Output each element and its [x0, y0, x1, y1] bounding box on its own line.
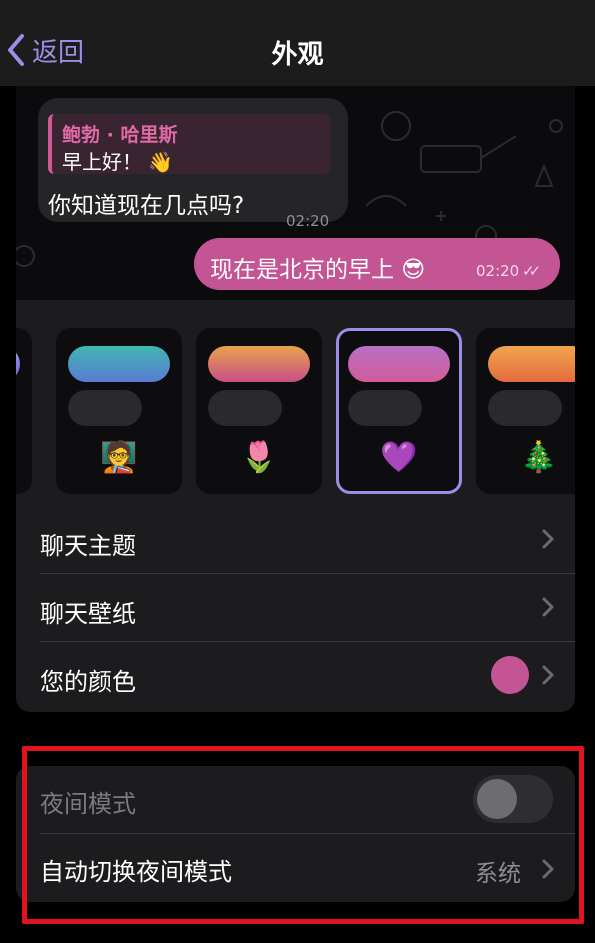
- chat-preview: 鲍勃 · 哈里斯 早上好！ 👋 你知道现在几点吗? 02:20 现在是北京的早上…: [16, 86, 575, 302]
- outgoing-message-bubble: 现在是北京的早上 😎 02:20 ✓✓: [194, 238, 560, 290]
- theme-emoji: 🌷: [240, 440, 278, 475]
- theme-bubble-preview: [68, 346, 170, 382]
- page-title: 外观: [271, 40, 324, 70]
- auto-night-mode-value: 系统: [475, 861, 521, 887]
- chat-wallpaper-label: 聊天壁纸: [40, 600, 136, 628]
- chat-theme-row[interactable]: 聊天主题: [40, 506, 575, 574]
- toggle-knob: [477, 779, 517, 819]
- incoming-message-bubble: 鲍勃 · 哈里斯 早上好！ 👋 你知道现在几点吗? 02:20: [38, 98, 348, 230]
- outgoing-message-text: 现在是北京的早上 😎: [210, 257, 426, 283]
- theme-emoji: 💜: [380, 440, 418, 475]
- incoming-message-text: 你知道现在几点吗?: [48, 193, 245, 219]
- appearance-card: 🧑‍🏫 🌷 💜 🎄 聊天主题 聊天壁纸 您的颜色: [16, 300, 575, 712]
- theme-bubble-preview: [488, 346, 575, 382]
- theme-option[interactable]: 🌷: [196, 328, 322, 494]
- theme-option[interactable]: 💜: [336, 328, 462, 494]
- theme-carousel[interactable]: 🧑‍🏫 🌷 💜 🎄: [16, 328, 575, 494]
- outgoing-message-time: 02:20: [476, 262, 520, 280]
- incoming-message-time: 02:20: [286, 212, 330, 230]
- chat-wallpaper-row[interactable]: 聊天壁纸: [40, 574, 575, 642]
- your-color-label: 您的颜色: [40, 668, 136, 696]
- reply-preview: 鲍勃 · 哈里斯 早上好！ 👋: [48, 114, 330, 174]
- theme-bubble-preview-secondary: [208, 390, 282, 426]
- reply-text: 早上好！ 👋: [62, 150, 174, 174]
- theme-bubble-preview: [208, 346, 310, 382]
- theme-option[interactable]: [16, 328, 32, 494]
- chat-theme-label: 聊天主题: [40, 532, 136, 560]
- reply-sender-name: 鲍勃 · 哈里斯: [62, 124, 178, 146]
- theme-bubble-preview-secondary: [68, 390, 142, 426]
- night-mode-label: 夜间模式: [40, 790, 136, 818]
- theme-bubble-preview-secondary: [348, 390, 422, 426]
- read-checkmarks-icon: ✓✓: [522, 262, 541, 280]
- night-mode-card: 夜间模式 自动切换夜间模式 系统: [16, 766, 575, 902]
- theme-bubble-preview: [348, 346, 450, 382]
- auto-night-mode-label: 自动切换夜间模式: [40, 858, 232, 886]
- theme-option[interactable]: 🎄: [476, 328, 575, 494]
- chevron-right-icon: [542, 665, 554, 685]
- night-mode-row: 夜间模式: [40, 766, 575, 834]
- theme-emoji: 🎄: [520, 440, 558, 475]
- your-color-row[interactable]: 您的颜色: [40, 642, 575, 710]
- chevron-right-icon: [542, 859, 554, 879]
- theme-emoji: 🧑‍🏫: [100, 440, 138, 475]
- night-mode-toggle[interactable]: [473, 775, 553, 823]
- navigation-bar: 返回 外观: [0, 0, 595, 86]
- theme-option[interactable]: 🧑‍🏫: [56, 328, 182, 494]
- theme-bubble-preview-secondary: [488, 390, 562, 426]
- chevron-right-icon: [542, 529, 554, 549]
- color-swatch: [491, 656, 529, 694]
- auto-night-mode-row[interactable]: 自动切换夜间模式 系统: [40, 834, 575, 902]
- theme-bubble-preview: [16, 346, 20, 382]
- chevron-right-icon: [542, 597, 554, 617]
